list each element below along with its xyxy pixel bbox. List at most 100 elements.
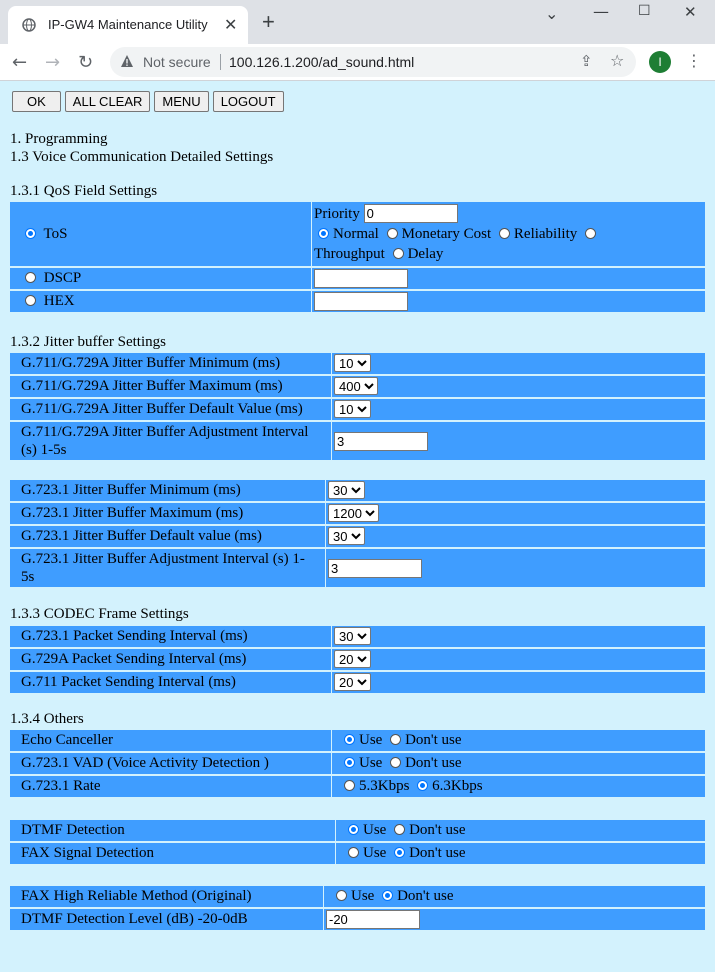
table-row: G.723.1 Jitter Buffer Default value (ms)… [10, 526, 705, 547]
dtmf-level-input[interactable] [326, 910, 420, 929]
table-row: DTMF Detection Level (dB) -20-0dB [10, 909, 705, 930]
g723-adjust-interval-input[interactable] [328, 558, 422, 578]
monetary-radio[interactable] [386, 228, 398, 239]
reload-icon[interactable]: ↻ [78, 52, 93, 73]
browser-tab[interactable]: IP-GW4 Maintenance Utility ✕ [8, 6, 248, 44]
delay-label: Delay [407, 246, 444, 262]
others-table-3: FAX High Reliable Method (Original) Use … [10, 884, 705, 932]
hex-input[interactable] [314, 292, 408, 311]
table-row: G.711/G.729A Jitter Buffer Adjustment In… [10, 422, 705, 460]
dscp-radio[interactable] [25, 272, 36, 283]
minimize-icon[interactable]: — [593, 2, 609, 21]
monetary-label: Monetary Cost [401, 226, 492, 242]
table-row: G.723.1 Packet Sending Interval (ms) 30 [10, 626, 705, 647]
address-bar[interactable]: Not secure 100.126.1.200/ad_sound.html ⇪… [110, 47, 636, 77]
vad-dont-use-radio[interactable] [390, 757, 402, 768]
dtmf-options-cell: Use Don't use [335, 820, 705, 841]
throughput-radio[interactable] [584, 228, 596, 239]
row-value-cell [331, 422, 705, 460]
row-value-cell: 1200 [325, 503, 705, 524]
fax-dont-use-radio[interactable] [394, 847, 406, 858]
bookmark-star-icon[interactable]: ☆ [610, 51, 624, 70]
avatar[interactable]: I [649, 51, 671, 73]
vad-label: G.723.1 VAD (Voice Activity Detection ) [10, 753, 331, 774]
table-row: G.723.1 VAD (Voice Activity Detection ) … [10, 753, 705, 774]
logout-button[interactable]: LOGOUT [212, 91, 284, 112]
rate-options-cell: 5.3Kbps 6.3Kbps [331, 776, 705, 797]
tos-label: ToS [43, 225, 68, 242]
g723-packet-interval-select[interactable]: 30 [334, 627, 371, 645]
menu-button[interactable]: MENU [154, 91, 209, 112]
row-label: G.723.1 Jitter Buffer Default value (ms) [10, 526, 325, 547]
table-row: G.711/G.729A Jitter Buffer Default Value… [10, 399, 705, 420]
close-window-icon[interactable]: ✕ [684, 3, 697, 21]
priority-input[interactable] [363, 204, 458, 223]
others-table-1: Echo Canceller Use Don't use G.723.1 VAD… [10, 728, 705, 799]
forward-icon[interactable]: → [45, 52, 60, 73]
use-label: Use [363, 822, 387, 838]
tab-title: IP-GW4 Maintenance Utility [48, 17, 208, 32]
tos-cell: ToS [10, 202, 311, 266]
g723-jitter-default-select[interactable]: 30 [328, 527, 365, 545]
delay-radio[interactable] [392, 248, 404, 259]
kebab-menu-icon[interactable]: ⋮ [686, 51, 702, 70]
g711-jitter-default-select[interactable]: 10 [334, 400, 371, 418]
rate-label: G.723.1 Rate [10, 776, 331, 797]
row-value-cell: 30 [325, 526, 705, 547]
jitter-g723-table: G.723.1 Jitter Buffer Minimum (ms) 30 G.… [10, 478, 705, 589]
heading-others: 1.3.4 Others [10, 711, 84, 727]
new-tab-icon[interactable]: + [262, 11, 275, 33]
chevron-down-icon[interactable]: ⌄ [545, 4, 558, 23]
heading-codec: 1.3.3 CODEC Frame Settings [10, 606, 189, 622]
echo-options-cell: Use Don't use [331, 730, 705, 751]
all-clear-button[interactable]: ALL CLEAR [64, 91, 151, 112]
divider [220, 54, 221, 70]
row-label: G.723.1 Packet Sending Interval (ms) [10, 626, 331, 647]
close-tab-icon[interactable]: ✕ [224, 15, 237, 35]
fax-use-radio[interactable] [348, 847, 359, 858]
row-value-cell: 20 [331, 649, 705, 670]
reliability-radio[interactable] [498, 228, 510, 239]
g711-jitter-min-select[interactable]: 10 [334, 354, 371, 372]
dscp-input[interactable] [314, 269, 408, 288]
hex-input-cell [311, 291, 705, 312]
echo-use-radio[interactable] [344, 734, 355, 745]
echo-dont-use-radio[interactable] [390, 734, 402, 745]
dtmf-use-radio[interactable] [348, 824, 359, 835]
hex-radio[interactable] [25, 295, 36, 306]
dscp-input-cell [311, 268, 705, 289]
row-value-cell: 10 [331, 399, 705, 420]
action-buttons: OK ALL CLEAR MENU LOGOUT [12, 91, 284, 112]
table-row: G.723.1 Rate 5.3Kbps 6.3Kbps [10, 776, 705, 797]
ok-button[interactable]: OK [12, 91, 61, 112]
back-icon[interactable]: ← [12, 52, 27, 73]
g711-adjust-interval-input[interactable] [334, 431, 428, 451]
normal-radio[interactable] [318, 228, 329, 239]
g711-packet-interval-select[interactable]: 20 [334, 673, 371, 691]
row-label: G.723.1 Jitter Buffer Adjustment Interva… [10, 549, 325, 587]
fax-high-use-radio[interactable] [336, 890, 347, 901]
vad-use-radio[interactable] [344, 757, 355, 768]
fax-high-dont-use-radio[interactable] [382, 890, 394, 901]
rate-53-radio[interactable] [344, 780, 355, 791]
dtmf-dont-use-radio[interactable] [394, 824, 406, 835]
g723-jitter-max-select[interactable]: 1200 [328, 504, 379, 522]
fax-detection-label: FAX Signal Detection [10, 843, 335, 864]
row-label: G.723.1 Jitter Buffer Maximum (ms) [10, 503, 325, 524]
dtmf-level-cell [323, 909, 705, 930]
rate-63-label: 6.3Kbps [432, 778, 483, 794]
table-row: DTMF Detection Use Don't use [10, 820, 705, 841]
rate-63-radio[interactable] [417, 780, 429, 791]
g729a-packet-interval-select[interactable]: 20 [334, 650, 371, 668]
url-text[interactable]: 100.126.1.200/ad_sound.html [229, 54, 414, 70]
fax-options-cell: Use Don't use [335, 843, 705, 864]
use-label: Use [359, 732, 383, 748]
share-icon[interactable]: ⇪ [580, 52, 593, 70]
tos-radio[interactable] [25, 227, 36, 239]
use-label: Use [351, 888, 375, 904]
use-label: Use [363, 845, 387, 861]
g723-jitter-min-select[interactable]: 30 [328, 481, 365, 499]
table-row: G.711/G.729A Jitter Buffer Maximum (ms) … [10, 376, 705, 397]
maximize-icon[interactable]: ☐ [638, 3, 651, 19]
g711-jitter-max-select[interactable]: 400 [334, 377, 378, 395]
